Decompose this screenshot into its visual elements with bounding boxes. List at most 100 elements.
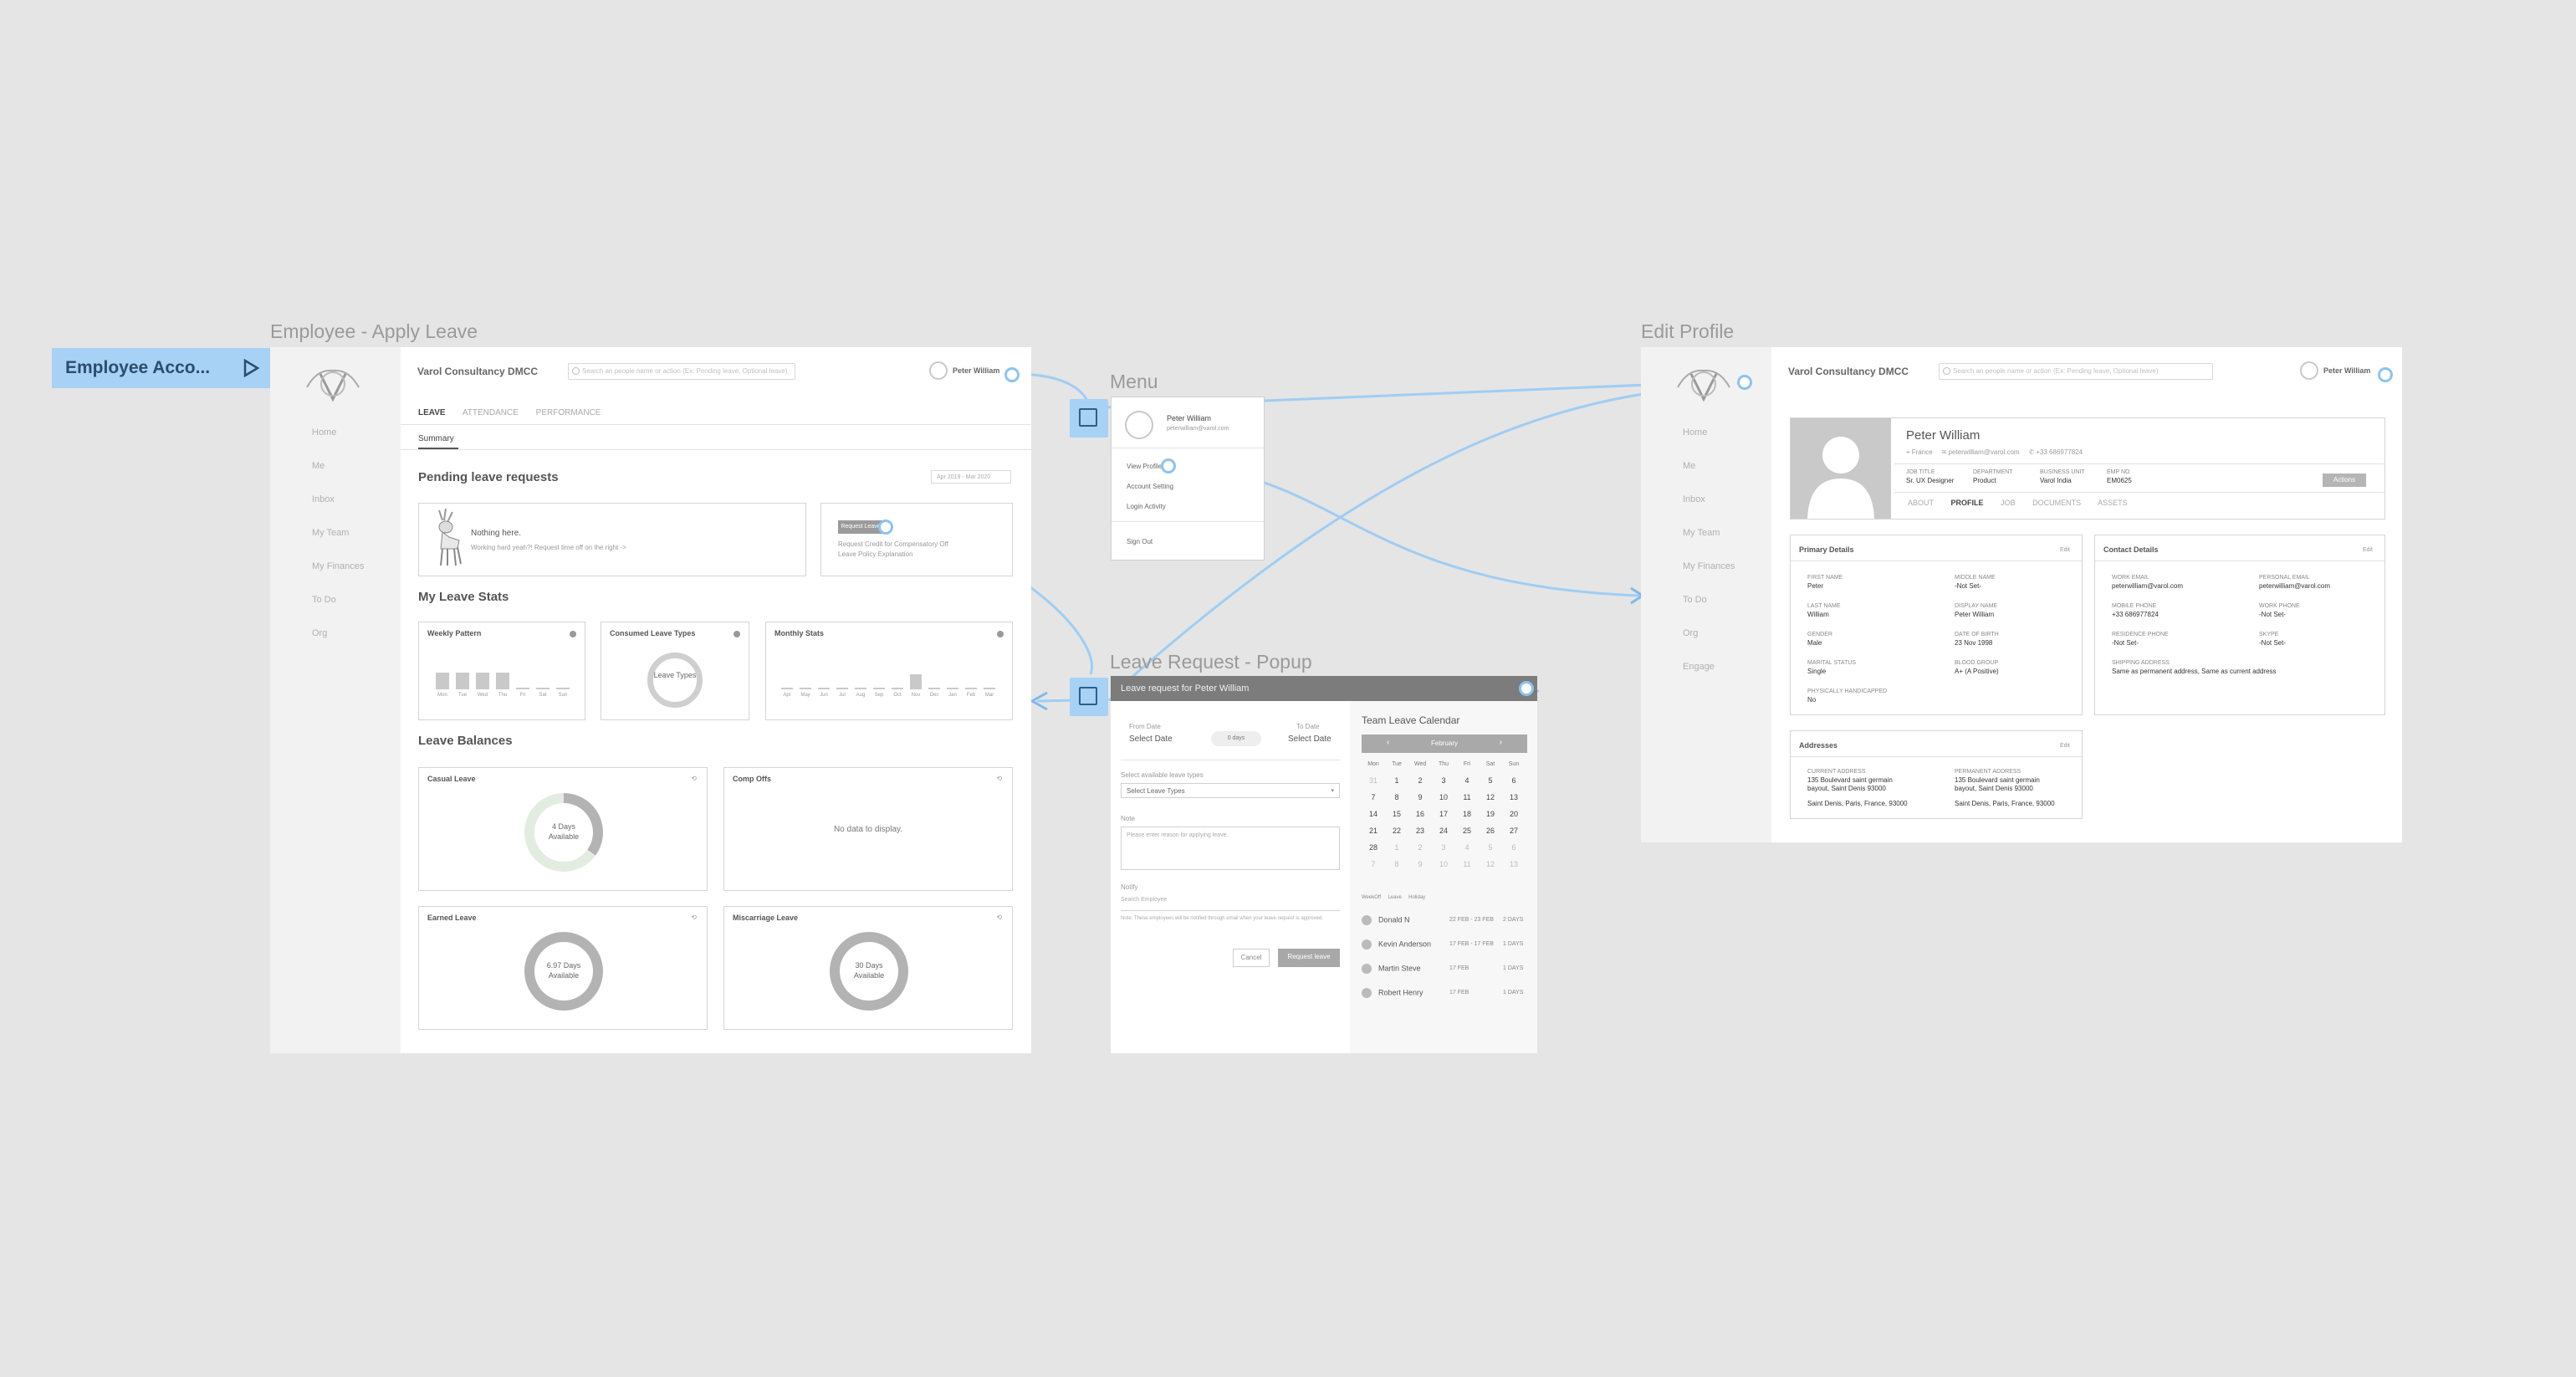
calendar-day[interactable]: 28 [1362,843,1385,852]
calendar-day[interactable]: 14 [1362,810,1385,818]
menu-item-account-setting[interactable]: Account Setting [1127,483,1173,490]
calendar-day[interactable]: 17 [1432,810,1455,818]
tab-documents[interactable]: DOCUMENTS [2032,499,2081,507]
calendar-day[interactable]: 9 [1408,860,1432,868]
history-icon[interactable]: ⟲ [996,775,1002,782]
sidebar-item-home[interactable]: Home [1641,424,1771,458]
sidebar-item-org[interactable]: Org [270,625,401,658]
actions-button[interactable]: Actions [2323,474,2366,487]
sidebar-item-engage[interactable]: Engage [1641,658,1771,692]
subtab-summary[interactable]: Summary [418,434,454,443]
tab-about[interactable]: ABOUT [1908,499,1934,507]
tab-performance[interactable]: PERFORMANCE [536,408,601,417]
notify-employee-input[interactable]: Search Employee [1121,897,1340,911]
link-handle-user-menu[interactable] [2378,367,2393,382]
sidebar-item-to-do[interactable]: To Do [270,591,401,625]
calendar-day[interactable]: 11 [1455,860,1479,868]
address-edit-link[interactable]: Edit [2060,743,2070,749]
from-date-field[interactable]: Select Date [1129,735,1173,744]
link-handle-logo[interactable] [1737,375,1752,390]
leave-type-select[interactable]: Select Leave Types ▾ [1121,783,1340,798]
calendar-day[interactable]: 21 [1362,827,1385,835]
tab-leave[interactable]: LEAVE [418,408,446,417]
menu-item-login-activity[interactable]: Login Activity [1127,503,1166,510]
tab-job[interactable]: JOB [2001,499,2016,507]
calendar-day[interactable]: 5 [1479,776,1502,785]
sidebar-item-me[interactable]: Me [270,458,401,491]
note-textarea[interactable]: Please enter reason for applying leave. [1121,827,1340,870]
calendar-day[interactable]: 15 [1385,810,1408,818]
calendar-day[interactable]: 9 [1408,793,1432,801]
calendar-day[interactable]: 3 [1432,843,1455,852]
calendar-day[interactable]: 13 [1502,860,1526,868]
flow-start-badge[interactable]: Employee Acco... [52,348,271,388]
menu-item-view-profile[interactable]: View Profile [1127,463,1162,470]
calendar-day[interactable]: 7 [1362,793,1385,801]
request-comp-off-link[interactable]: Request Credit for Compensatory Off [838,540,948,548]
calendar-day[interactable]: 2 [1408,843,1432,852]
calendar-day[interactable]: 1 [1385,776,1408,785]
link-handle-request-leave[interactable] [878,520,893,535]
search-input[interactable]: Search an people name or action (Ex: Pen… [1939,363,2213,380]
calendar-day[interactable]: 1 [1385,843,1408,852]
tab-assets[interactable]: ASSETS [2098,499,2128,507]
user-avatar[interactable] [2300,361,2318,380]
calendar-day[interactable]: 8 [1385,860,1408,868]
sidebar-item-my-team[interactable]: My Team [270,525,401,558]
calendar-day[interactable]: 24 [1432,827,1455,835]
history-icon[interactable]: ⟲ [691,914,697,921]
calendar-day[interactable]: 19 [1479,810,1502,818]
calendar-day[interactable]: 3 [1432,776,1455,785]
calendar-day[interactable]: 7 [1362,860,1385,868]
sidebar-item-my-finances[interactable]: My Finances [270,558,401,591]
calendar-day[interactable]: 8 [1385,793,1408,801]
calendar-day[interactable]: 18 [1455,810,1479,818]
history-icon[interactable]: ⟲ [996,914,1002,921]
calendar-day[interactable]: 31 [1362,776,1385,785]
request-leave-button[interactable]: Request Leave [838,520,883,534]
calendar-day[interactable]: 10 [1432,793,1455,801]
calendar-day[interactable]: 4 [1455,776,1479,785]
calendar-day[interactable]: 10 [1432,860,1455,868]
sidebar-item-my-finances[interactable]: My Finances [1641,558,1771,591]
calendar-day[interactable]: 12 [1479,860,1502,868]
tab-profile[interactable]: PROFILE [1951,499,1984,507]
sidebar-item-inbox[interactable]: Inbox [1641,491,1771,525]
calendar-day[interactable]: 4 [1455,843,1479,852]
calendar-day[interactable]: 12 [1479,793,1502,801]
calendar-day[interactable]: 22 [1385,827,1408,835]
calendar-day[interactable]: 20 [1502,810,1526,818]
calendar-day[interactable]: 26 [1479,827,1502,835]
next-month-icon[interactable]: › [1500,738,1502,747]
calendar-day[interactable]: 23 [1408,827,1432,835]
calendar-day[interactable]: 27 [1502,827,1526,835]
calendar-day[interactable]: 2 [1408,776,1432,785]
calendar-day[interactable]: 6 [1502,776,1526,785]
link-handle-user-menu[interactable] [1004,367,1020,382]
search-input[interactable]: Search an people name or action (Ex: Pen… [568,363,795,380]
calendar-day[interactable]: 11 [1455,793,1479,801]
user-avatar[interactable] [929,361,948,380]
link-handle-view-profile[interactable] [1161,458,1176,474]
to-date-field[interactable]: Select Date [1288,735,1331,744]
calendar-day[interactable]: 25 [1455,827,1479,835]
user-name[interactable]: Peter William [953,366,999,375]
sidebar-item-my-team[interactable]: My Team [1641,525,1771,558]
menu-item-sign-out[interactable]: Sign Out [1127,538,1153,545]
contact-edit-link[interactable]: Edit [2363,547,2373,553]
calendar-day[interactable]: 6 [1502,843,1526,852]
history-icon[interactable]: ⟲ [691,775,697,782]
sidebar-item-me[interactable]: Me [1641,458,1771,491]
calendar-day[interactable]: 13 [1502,793,1526,801]
cancel-button[interactable]: Cancel [1233,949,1270,967]
request-leave-submit-button[interactable]: Request leave [1278,949,1340,967]
tab-attendance[interactable]: ATTENDANCE [463,408,519,417]
date-range-select[interactable]: Apr 2019 - Mar 2020 [931,470,1011,484]
link-handle-popup-close[interactable] [1519,681,1534,696]
sidebar-item-home[interactable]: Home [270,424,401,458]
sidebar-item-inbox[interactable]: Inbox [270,491,401,525]
primary-edit-link[interactable]: Edit [2060,547,2070,553]
calendar-day[interactable]: 16 [1408,810,1432,818]
leave-policy-link[interactable]: Leave Policy Explanation [838,550,912,558]
user-name[interactable]: Peter William [2323,366,2370,375]
